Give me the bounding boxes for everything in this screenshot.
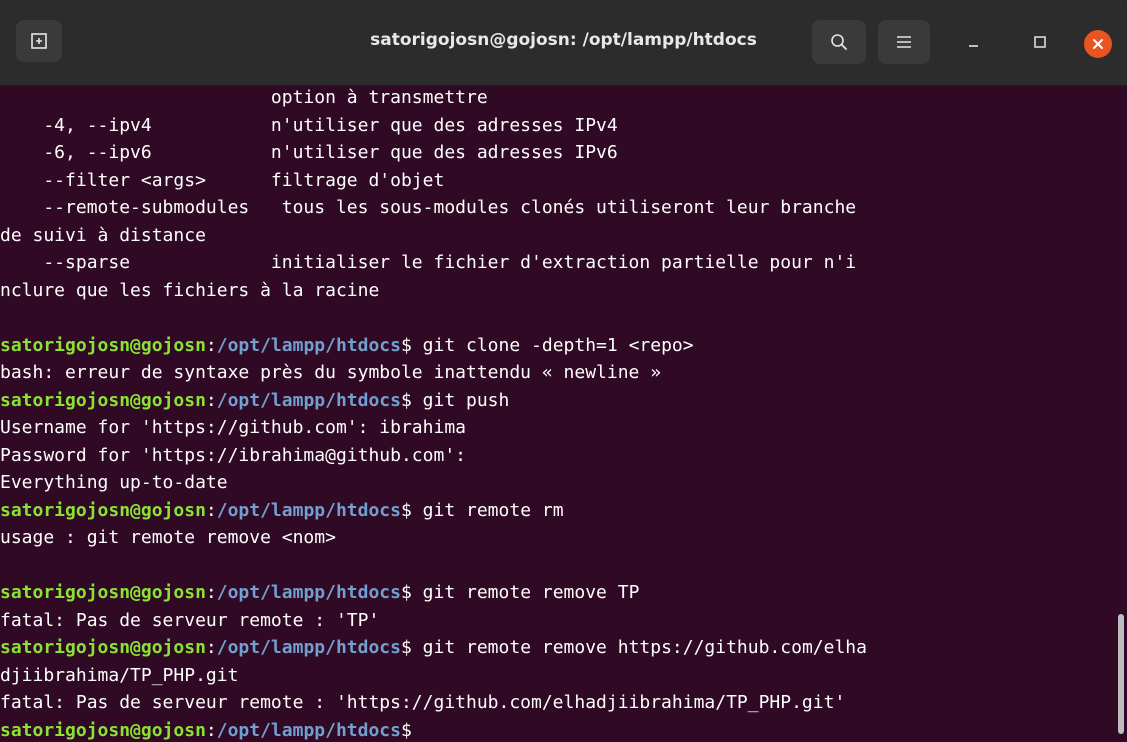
output-line: nclure que les fichiers à la racine <box>0 279 380 301</box>
output-line: de suivi à distance <box>0 224 206 246</box>
prompt-path: /opt/lampp/htdocs <box>216 389 401 411</box>
prompt-colon: : <box>205 334 217 356</box>
output-line: fatal: Pas de serveur remote : 'https://… <box>0 692 846 713</box>
prompt-dollar: $ <box>400 637 412 658</box>
output-line: fatal: Pas de serveur remote : 'TP' <box>0 609 380 631</box>
search-icon <box>831 34 847 50</box>
output-line: usage : git remote remove <nom> <box>0 527 336 548</box>
output-line: --sparse initialiser le fichier d'extrac… <box>0 252 857 273</box>
prompt-user: satorigojosn@gojosn <box>0 719 206 741</box>
prompt-dollar: $ <box>400 719 412 741</box>
prompt-dollar: $ <box>400 334 412 356</box>
prompt-dollar: $ <box>400 389 412 411</box>
prompt-dollar: $ <box>400 582 412 603</box>
output-line: --remote-submodules tous les sous-module… <box>0 197 857 218</box>
prompt-line: satorigojosn@gojosn:/opt/lampp/htdocs$ <box>0 717 867 742</box>
close-icon <box>1093 39 1103 49</box>
command-text: git push <box>411 389 510 411</box>
prompt-colon: : <box>205 499 217 521</box>
new-tab-icon <box>31 33 47 49</box>
output-line: djiibrahima/TP_PHP.git <box>0 664 239 686</box>
menu-button[interactable] <box>878 20 930 64</box>
scrollbar[interactable] <box>1116 86 1127 742</box>
prompt-user: satorigojosn@gojosn <box>0 637 206 658</box>
maximize-button[interactable] <box>1024 26 1056 58</box>
prompt-user: satorigojosn@gojosn <box>0 389 206 411</box>
command-text: git clone -depth=1 <repo> <box>411 334 694 356</box>
terminal-output[interactable]: option à transmettre -4, --ipv4 n'utilis… <box>0 86 1116 742</box>
prompt-line: satorigojosn@gojosn:/opt/lampp/htdocs$ g… <box>0 387 867 415</box>
output-line: option à transmettre <box>0 87 488 108</box>
new-tab-button[interactable] <box>16 20 62 62</box>
prompt-path: /opt/lampp/htdocs <box>216 582 401 603</box>
prompt-colon: : <box>205 389 217 411</box>
prompt-line: satorigojosn@gojosn:/opt/lampp/htdocs$ g… <box>0 497 867 525</box>
terminal-window: satorigojosn@gojosn: /opt/lampp/htdocs o… <box>0 0 1127 742</box>
scrollbar-thumb[interactable] <box>1118 614 1124 734</box>
prompt-line: satorigojosn@gojosn:/opt/lampp/htdocs$ g… <box>0 634 867 662</box>
close-button[interactable] <box>1084 30 1112 58</box>
prompt-line: satorigojosn@gojosn:/opt/lampp/htdocs$ g… <box>0 332 867 360</box>
prompt-path: /opt/lampp/htdocs <box>216 719 401 741</box>
prompt-user: satorigojosn@gojosn <box>0 499 206 521</box>
hamburger-menu-icon <box>897 36 911 48</box>
terminal-lines: option à transmettre -4, --ipv4 n'utilis… <box>0 86 867 742</box>
titlebar: satorigojosn@gojosn: /opt/lampp/htdocs <box>0 0 1127 86</box>
maximize-icon <box>1034 36 1046 48</box>
minimize-icon <box>969 45 978 47</box>
command-text: git remote remove TP <box>411 582 640 603</box>
prompt-path: /opt/lampp/htdocs <box>216 499 401 521</box>
prompt-colon: : <box>205 719 217 741</box>
output-line: Username for 'https://github.com': ibrah… <box>0 417 466 438</box>
command-text: git remote remove https://github.com/elh… <box>411 637 867 658</box>
prompt-path: /opt/lampp/htdocs <box>216 637 401 658</box>
output-line: bash: erreur de syntaxe près du symbole … <box>0 362 662 383</box>
output-line: -4, --ipv4 n'utiliser que des adresses I… <box>0 114 618 136</box>
prompt-user: satorigojosn@gojosn <box>0 582 206 603</box>
search-button[interactable] <box>812 20 866 64</box>
prompt-colon: : <box>205 637 217 658</box>
prompt-path: /opt/lampp/htdocs <box>216 334 401 356</box>
prompt-colon: : <box>205 582 217 603</box>
command-text: git remote rm <box>411 499 564 521</box>
minimize-button[interactable] <box>958 26 990 58</box>
output-line: Password for 'https://ibrahima@github.co… <box>0 444 466 466</box>
prompt-user: satorigojosn@gojosn <box>0 334 206 356</box>
output-line: -6, --ipv6 n'utiliser que des adresses I… <box>0 142 618 163</box>
output-line: --filter <args> filtrage d'objet <box>0 169 445 191</box>
prompt-dollar: $ <box>400 499 412 521</box>
output-line: Everything up-to-date <box>0 472 228 493</box>
prompt-line: satorigojosn@gojosn:/opt/lampp/htdocs$ g… <box>0 579 867 607</box>
